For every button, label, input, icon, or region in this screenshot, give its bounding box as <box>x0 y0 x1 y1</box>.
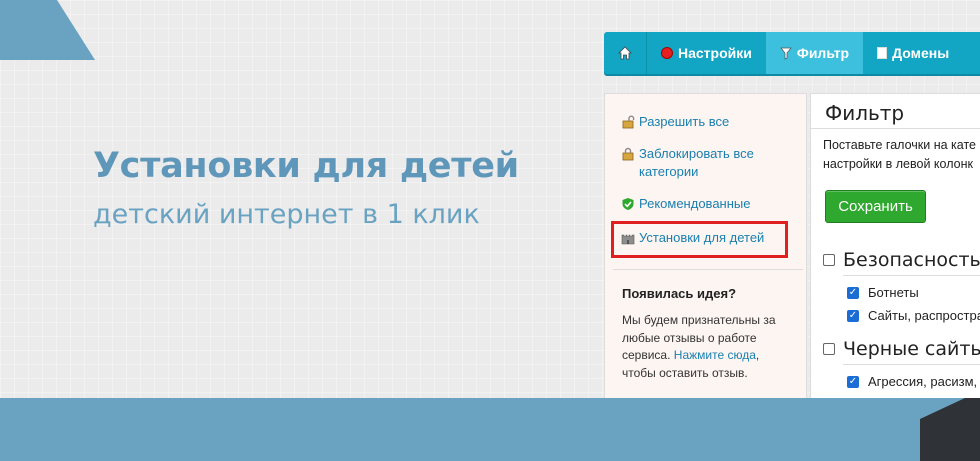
lock-icon <box>622 147 634 161</box>
top-navbar: Настройки Фильтр Домены <box>604 32 980 74</box>
sidebar-link-allow-all[interactable]: Разрешить все <box>621 113 729 131</box>
highlight-box <box>611 221 788 258</box>
hero-title: Установки для детей <box>93 146 519 186</box>
unlock-icon <box>622 115 635 129</box>
corner-decoration-top-left <box>0 0 95 60</box>
shield-check-icon <box>622 198 634 210</box>
subcategory-label: Ботнеты <box>868 285 919 300</box>
category-black-sites[interactable]: Черные сайты <box>823 338 980 360</box>
description-line: Поставьте галочки на кате <box>823 138 976 152</box>
category-divider <box>843 275 980 276</box>
nav-settings-label: Настройки <box>678 45 752 61</box>
nav-settings[interactable]: Настройки <box>647 32 766 74</box>
hero-subtitle: детский интернет в 1 клик <box>93 199 480 230</box>
bottom-band <box>0 398 980 461</box>
save-button[interactable]: Сохранить <box>825 190 926 223</box>
category-label: Черные сайты <box>843 338 980 360</box>
checkbox-checked-icon[interactable]: ✓ <box>847 375 859 388</box>
subcategory-label: Сайты, распростра <box>868 308 980 323</box>
category-checkbox[interactable] <box>823 343 835 355</box>
nav-domains[interactable]: Домены <box>863 32 963 74</box>
checkbox-checked-icon[interactable]: ✓ <box>847 286 859 299</box>
nav-filter-label: Фильтр <box>796 45 850 61</box>
sidebar-link-label: Рекомендованные <box>639 196 751 211</box>
feedback-link[interactable]: Нажмите сюда <box>674 348 756 362</box>
category-label: Безопасность <box>843 249 980 271</box>
description-line: настройки в левой колонк <box>823 157 973 171</box>
filter-panel-divider <box>811 128 980 129</box>
checkbox-checked-icon[interactable]: ✓ <box>847 309 859 322</box>
home-icon <box>618 46 632 60</box>
filter-panel: Фильтр Поставьте галочки на кате настрой… <box>810 93 980 398</box>
filter-icon <box>780 47 792 60</box>
idea-text: Мы будем признательны за любые отзывы о … <box>622 312 792 382</box>
nav-filter[interactable]: Фильтр <box>765 32 864 74</box>
category-checkbox[interactable] <box>823 254 835 266</box>
sidebar-link-label: Разрешить все <box>639 114 730 129</box>
subcategory-item[interactable]: ✓ Сайты, распростра <box>847 308 980 323</box>
document-icon <box>877 47 888 59</box>
filter-panel-title: Фильтр <box>825 101 905 125</box>
red-dot-icon <box>661 47 673 59</box>
sidebar-link-label: Заблокировать все категории <box>639 146 754 179</box>
subcategory-label: Агрессия, расизм, <box>868 374 978 389</box>
category-security[interactable]: Безопасность <box>823 249 980 271</box>
sidebar-divider <box>613 269 803 270</box>
nav-domains-label: Домены <box>892 45 950 61</box>
subcategory-item[interactable]: ✓ Ботнеты <box>847 285 919 300</box>
sidebar-link-recommended[interactable]: Рекомендованные <box>621 195 750 213</box>
filter-panel-description: Поставьте галочки на кате настройки в ле… <box>823 136 980 174</box>
sidebar-link-block-all[interactable]: Заблокировать все категории <box>621 145 781 181</box>
nav-home[interactable] <box>604 32 647 74</box>
idea-title: Появилась идея? <box>622 286 737 301</box>
category-divider <box>843 364 980 365</box>
subcategory-item[interactable]: ✓ Агрессия, расизм, <box>847 374 977 389</box>
